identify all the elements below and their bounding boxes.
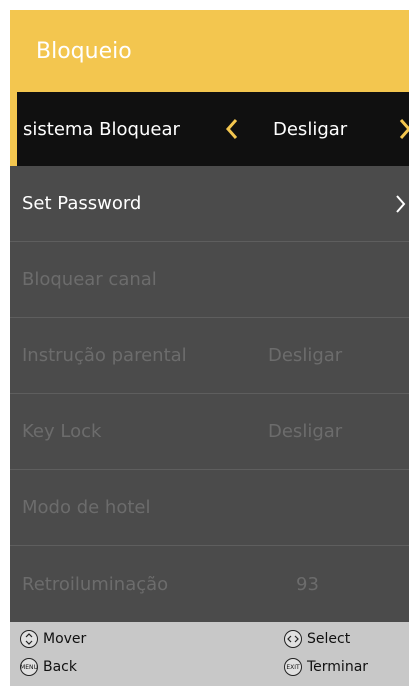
exit-key-icon: EXIT: [284, 658, 302, 676]
menu-item-label: Instrução parental: [22, 345, 187, 366]
menu-item-key-lock[interactable]: Key Lock Desligar: [10, 394, 409, 470]
menu-item-label: Modo de hotel: [22, 497, 151, 518]
leftright-key-icon: [284, 630, 302, 648]
menu-item-system-lock[interactable]: sistema Bloquear Desligar: [10, 92, 409, 166]
lock-menu-panel: Bloqueio sistema Bloquear Desligar Set P…: [10, 10, 409, 686]
menu-item-block-channel[interactable]: Bloquear canal: [10, 242, 409, 318]
menu-item-label: sistema Bloquear: [23, 118, 180, 140]
menu-item-set-password[interactable]: Set Password: [10, 166, 409, 242]
hint-back: MENU Back: [20, 658, 77, 676]
updown-key-icon: [20, 630, 38, 648]
hint-exit-label: Terminar: [307, 659, 369, 675]
menu-key-icon: MENU: [20, 658, 38, 676]
hint-move: Mover: [20, 630, 86, 648]
hint-select: Select: [284, 630, 350, 648]
menu-item-label: Key Lock: [22, 421, 102, 442]
menu-item-parental-guidance[interactable]: Instrução parental Desligar: [10, 318, 409, 394]
hint-select-label: Select: [307, 631, 351, 647]
menu-item-label: Bloquear canal: [22, 269, 157, 290]
menu-header: Bloqueio: [10, 10, 409, 92]
chevron-right-icon: [395, 194, 407, 214]
menu-item-value: Desligar: [273, 118, 348, 140]
footer-hints: Mover Select MENU Back EXIT Terminar: [10, 622, 409, 686]
hint-move-label: Mover: [43, 631, 87, 647]
menu-item-value: Desligar: [268, 421, 343, 442]
menu-item-label: Set Password: [22, 193, 142, 214]
hint-back-label: Back: [43, 659, 77, 675]
menu-item-backlight[interactable]: Retroiluminação 93: [10, 546, 409, 622]
menu-item-value: Desligar: [268, 345, 343, 366]
chevron-left-icon[interactable]: [225, 118, 239, 140]
chevron-right-icon[interactable]: [398, 118, 409, 140]
menu-item-hotel-mode[interactable]: Modo de hotel: [10, 470, 409, 546]
menu-item-value: 93: [296, 573, 319, 595]
menu-title: Bloqueio: [36, 38, 132, 64]
hint-exit: EXIT Terminar: [284, 658, 368, 676]
menu-item-label: Retroiluminação: [22, 573, 169, 595]
